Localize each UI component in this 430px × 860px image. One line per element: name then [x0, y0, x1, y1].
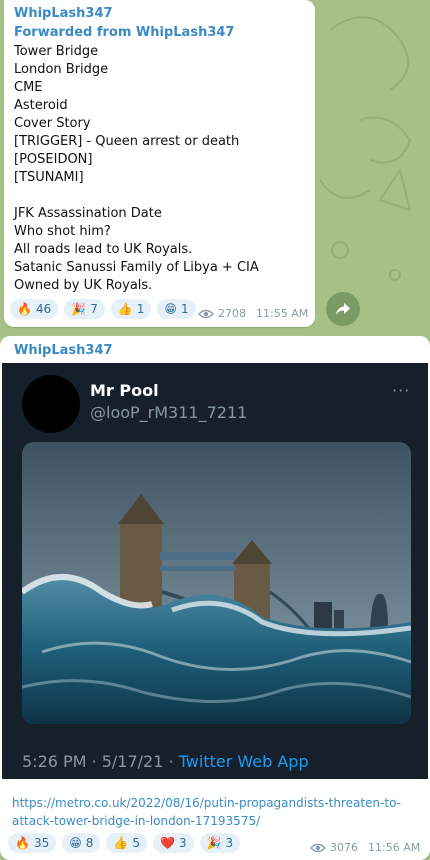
reaction-chip[interactable]: 🎉 3 — [199, 833, 241, 853]
message-text-line: Who shot him? — [14, 224, 111, 239]
reaction-emoji-icon: ❤️ — [159, 836, 175, 850]
more-options-icon: ··· — [392, 381, 411, 400]
message-author[interactable]: WhipLash347 — [14, 343, 113, 358]
article-link[interactable]: https://metro.co.uk/2022/08/16/putin-pro… — [12, 794, 412, 830]
tweet-author-name: Mr Pool — [90, 381, 159, 400]
message-text-line: Asteroid — [14, 98, 68, 113]
tweet-author-handle: @looP_rM311_7211 — [90, 403, 248, 422]
message-author[interactable]: WhipLash347 — [14, 6, 113, 21]
message-text-line: JFK Assassination Date — [14, 206, 162, 221]
reaction-count: 35 — [33, 836, 50, 850]
reaction-count: 8 — [85, 836, 94, 850]
views-count: 2708 — [218, 307, 246, 320]
reaction-emoji-icon: 👍 — [113, 836, 129, 850]
reaction-emoji-icon: 👍 — [117, 302, 133, 316]
tweet-card-image[interactable]: Mr Pool @looP_rM311_7211 ··· 5:26 PM · 5… — [2, 363, 428, 779]
reaction-count: 7 — [90, 302, 98, 316]
message-text-line: [POSEIDON] — [14, 152, 93, 167]
reaction-chip[interactable]: 🎉 7 — [64, 299, 105, 319]
reaction-count: 3 — [225, 836, 234, 850]
views-icon — [198, 309, 214, 318]
reactions-bar: 🔥 46 🎉 7 👍 1 😁 1 — [10, 299, 196, 319]
reaction-chip[interactable]: 😁 8 — [62, 833, 101, 853]
message-tweet-screenshot[interactable]: WhipLash347 Mr Pool @looP_rM311_7211 ··· — [0, 336, 430, 860]
reaction-chip[interactable]: 😁 1 — [157, 299, 196, 319]
tweet-timestamp: 5:26 PM · 5/17/21 · — [22, 752, 179, 771]
reaction-chip[interactable]: ❤️ 3 — [152, 833, 194, 853]
message-text-line: London Bridge — [14, 62, 109, 77]
views-icon — [310, 843, 326, 852]
reaction-chip[interactable]: 👍 5 — [106, 833, 147, 853]
message-text-line: Owned by UK Royals. — [14, 278, 153, 293]
tweet-source-app: Twitter Web App — [178, 752, 309, 771]
avatar — [22, 375, 80, 433]
views-count: 3076 — [330, 841, 358, 854]
reaction-chip[interactable]: 👍 1 — [110, 299, 152, 319]
reaction-emoji-icon: 😁 — [164, 302, 177, 316]
message-text: Tower Bridge London Bridge CME Asteroid Cove… — [14, 43, 309, 295]
reaction-emoji-icon: 🔥 — [17, 302, 32, 316]
reactions-bar: 🔥 35 😁 8 👍 5 ❤️ 3 🎉 3 — [8, 833, 241, 853]
message-text-line: All roads lead to UK Royals. — [14, 242, 193, 257]
message-text-line — [14, 187, 309, 205]
reaction-emoji-icon: 🎉 — [206, 836, 222, 850]
share-arrow-icon — [336, 303, 350, 315]
reaction-emoji-icon: 😁 — [69, 836, 82, 850]
message-time: 11:56 AM — [368, 841, 421, 854]
reaction-chip[interactable]: 🔥 35 — [8, 833, 57, 853]
message-forwarded[interactable]: WhipLash347 Forwarded from WhipLash347 T… — [4, 0, 315, 327]
message-text-line: Tower Bridge — [14, 44, 99, 59]
message-meta: 2708 11:55 AM — [198, 307, 308, 320]
message-text-line: Satanic Sanussi Family of Libya + CIA — [14, 260, 259, 275]
reaction-emoji-icon: 🎉 — [71, 302, 87, 316]
reaction-emoji-icon: 🔥 — [15, 836, 30, 850]
share-button[interactable] — [326, 292, 360, 326]
reaction-chip[interactable]: 🔥 46 — [10, 299, 59, 319]
tweet-footer: 5:26 PM · 5/17/21 · Twitter Web App — [22, 752, 309, 771]
tower-bridge-tsunami-image — [22, 442, 411, 724]
message-text-line: [TRIGGER] - Queen arrest or death — [14, 134, 240, 149]
reaction-count: 3 — [178, 836, 187, 850]
message-meta: 3076 11:56 AM — [310, 841, 420, 854]
reaction-count: 5 — [132, 836, 140, 850]
reaction-count: 1 — [180, 302, 189, 316]
reaction-count: 46 — [35, 302, 52, 316]
forwarded-from-label[interactable]: Forwarded from WhipLash347 — [14, 25, 234, 40]
message-text-line: CME — [14, 80, 43, 95]
message-time: 11:55 AM — [256, 307, 309, 320]
message-text-line: Cover Story — [14, 116, 91, 131]
message-text-line: [TSUNAMI] — [14, 170, 84, 185]
reaction-count: 1 — [136, 302, 145, 316]
